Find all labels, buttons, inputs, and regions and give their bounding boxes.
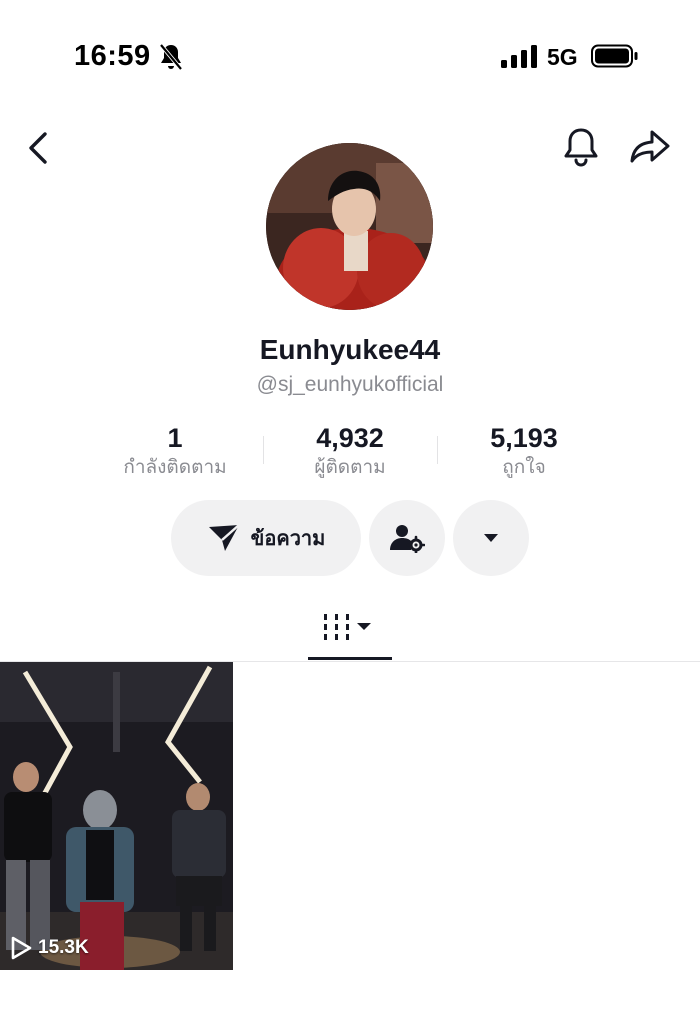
avatar[interactable]: [266, 143, 433, 310]
network-type: 5G: [547, 44, 578, 70]
status-time: 16:59: [74, 40, 151, 72]
bell-slash-icon: [159, 43, 183, 71]
caret-down-icon: [484, 534, 498, 542]
share-arrow-icon[interactable]: [628, 126, 672, 166]
stat-likes-value: 5,193: [490, 423, 558, 453]
stat-followers[interactable]: 4,932 ผู้ติดตาม: [260, 422, 440, 480]
battery-icon: [591, 44, 638, 68]
message-button-label: ข้อความ: [250, 526, 326, 550]
stat-following[interactable]: 1 กำลังติดตาม: [85, 422, 265, 480]
bell-icon[interactable]: [560, 124, 602, 168]
stat-likes[interactable]: 5,193 ถูกใจ: [434, 422, 614, 480]
signal-icon: [501, 45, 537, 68]
more-options-button[interactable]: [453, 500, 529, 576]
play-icon: [11, 936, 32, 960]
stat-followers-label: ผู้ติดตาม: [314, 456, 386, 478]
display-name: Eunhyukee44: [259, 334, 441, 365]
user-settings-icon: [390, 525, 425, 553]
back-arrow-icon[interactable]: [24, 128, 54, 168]
stat-likes-label: ถูกใจ: [502, 456, 546, 478]
tab-active-indicator: [308, 657, 392, 660]
video-thumbnail[interactable]: [0, 662, 233, 970]
stat-following-value: 1: [167, 423, 183, 453]
follow-settings-button[interactable]: [369, 500, 445, 576]
stat-following-label: กำลังติดตาม: [123, 456, 227, 478]
stat-followers-value: 4,932: [316, 423, 384, 453]
video-grid-icon: [324, 614, 371, 640]
send-icon: [208, 524, 240, 551]
view-count-value: 15.3K: [38, 937, 89, 958]
video-thumbnail-image: [0, 662, 233, 970]
message-button[interactable]: ข้อความ: [171, 500, 361, 576]
view-count: 15.3K: [10, 936, 89, 960]
username-handle: @sj_eunhyukofficial: [256, 373, 444, 396]
avatar-photo: [266, 143, 433, 310]
tab-videos[interactable]: [308, 604, 392, 660]
